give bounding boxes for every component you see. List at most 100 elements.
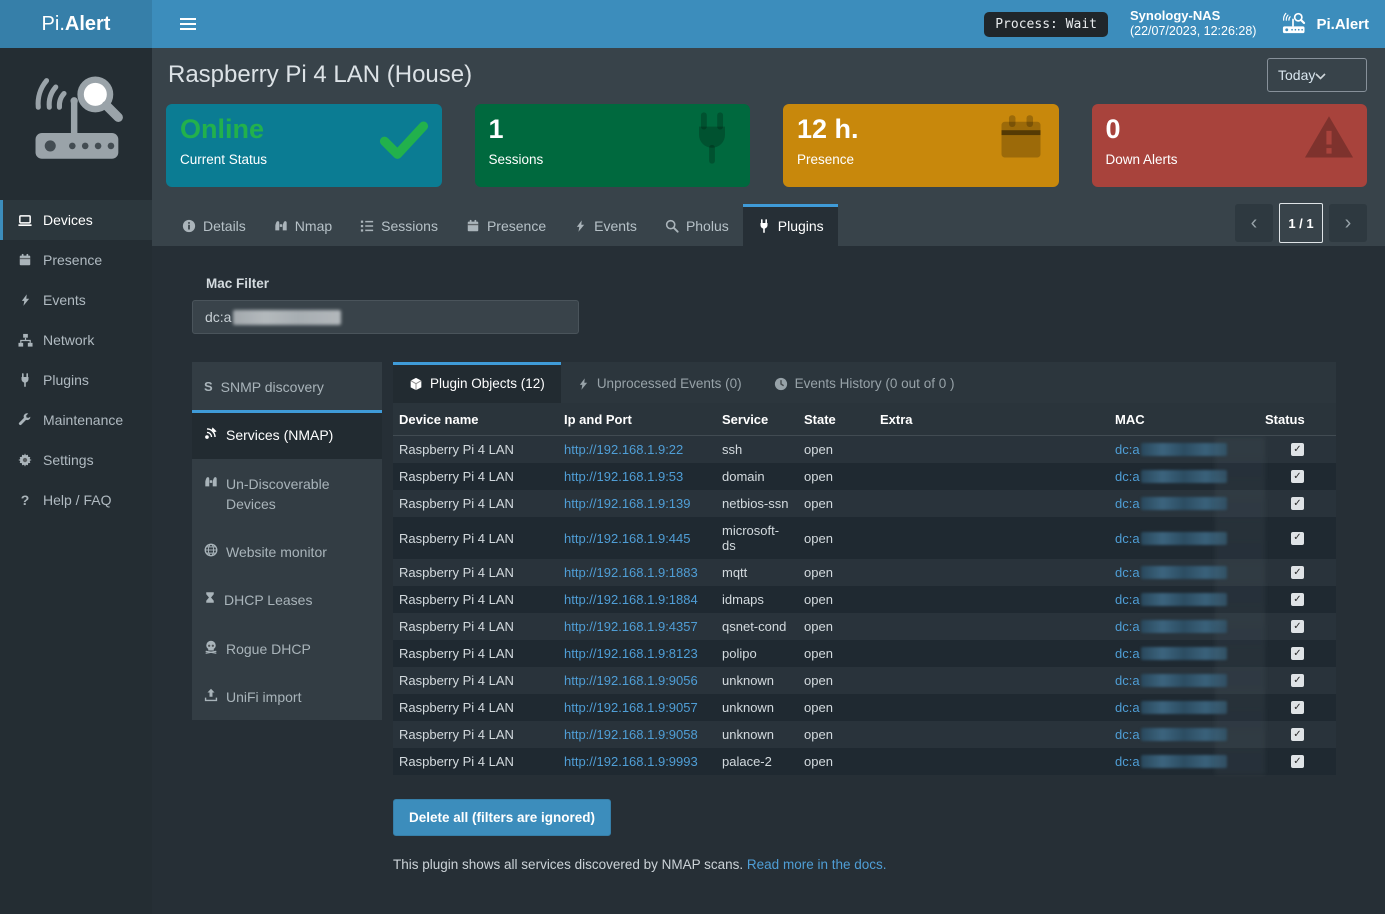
plugin-nav-item[interactable]: Services (NMAP) [192,410,382,458]
cell-state: open [798,640,874,667]
hourglass-icon [204,591,216,610]
plugin-nav-item[interactable]: UniFi import [192,672,382,720]
cell-mac-link[interactable]: dc:a [1115,592,1140,607]
pager-prev-button[interactable]: ‹ [1235,204,1273,242]
cell-mac-link[interactable]: dc:a [1115,754,1140,769]
cell-ip-port-link[interactable]: http://192.168.1.9:1884 [564,592,698,607]
host-timestamp: (22/07/2023, 12:26:28) [1130,24,1257,40]
cell-ip-port-link[interactable]: http://192.168.1.9:22 [564,442,683,457]
status-checkbox[interactable] [1291,674,1304,687]
status-card[interactable]: 12 h. Presence [783,104,1059,187]
cell-ip-port-link[interactable]: http://192.168.1.9:9056 [564,673,698,688]
cell-mac-link[interactable]: dc:a [1115,673,1140,688]
cell-extra [874,463,1109,490]
device-tab[interactable]: Sessions [346,204,452,246]
device-tab[interactable]: Pholus [651,204,743,246]
cell-mac-link[interactable]: dc:a [1115,531,1140,546]
cell-ip-port-link[interactable]: http://192.168.1.9:4357 [564,619,698,634]
cell-service: unknown [716,721,798,748]
plugin-nav-item[interactable]: DHCP Leases [192,575,382,623]
cell-mac-link[interactable]: dc:a [1115,469,1140,484]
cell-device-name: Raspberry Pi 4 LAN [393,667,558,694]
cell-mac-link[interactable]: dc:a [1115,619,1140,634]
status-checkbox[interactable] [1291,647,1304,660]
sitemap-icon [16,333,34,348]
cell-ip-port-link[interactable]: http://192.168.1.9:9057 [564,700,698,715]
cell-ip-port-link[interactable]: http://192.168.1.9:8123 [564,646,698,661]
cell-extra [874,640,1109,667]
cell-ip-port-link[interactable]: http://192.168.1.9:1883 [564,565,698,580]
app-name: Pi.Alert [1316,16,1369,33]
plugin-description: This plugin shows all services discovere… [393,857,1336,872]
cell-ip-port-link[interactable]: http://192.168.1.9:9993 [564,754,698,769]
cell-ip-port-link[interactable]: http://192.168.1.9:445 [564,531,691,546]
app-menu[interactable]: Pi.Alert [1278,12,1369,36]
cell-mac-link[interactable]: dc:a [1115,565,1140,580]
skull-icon [204,640,218,659]
plugin-objects-table: Device name Ip and Port Service State Ex… [393,403,1336,775]
sidebar-item[interactable]: Plugins [0,360,152,400]
period-dropdown[interactable]: Today [1267,58,1367,92]
device-tab[interactable]: Nmap [260,204,346,246]
table-row: Raspberry Pi 4 LAN http://192.168.1.9:53… [393,463,1336,490]
cell-mac-link[interactable]: dc:a [1115,646,1140,661]
brand-prefix: Pi. [42,13,65,36]
sidebar-item[interactable]: Presence [0,240,152,280]
plugin-object-tab[interactable]: Events History (0 out of 0 ) [758,362,971,403]
cell-extra [874,748,1109,775]
sidebar-item[interactable]: Network [0,320,152,360]
plugin-object-tab[interactable]: Plugin Objects (12) [393,362,561,403]
device-tab[interactable]: Presence [452,204,560,246]
tab-label: Details [203,218,246,234]
cell-state: open [798,559,874,586]
cell-mac-link[interactable]: dc:a [1115,496,1140,511]
sidebar-item[interactable]: Settings [0,440,152,480]
status-card[interactable]: 1 Sessions [475,104,751,187]
pager-position: 1 / 1 [1279,203,1323,243]
col-header-service: Service [716,403,798,436]
delete-all-button[interactable]: Delete all (filters are ignored) [393,799,611,836]
status-checkbox[interactable] [1291,470,1304,483]
cell-service: ssh [716,436,798,464]
sidebar-item[interactable]: Maintenance [0,400,152,440]
cell-mac-link[interactable]: dc:a [1115,727,1140,742]
sidebar-item[interactable]: Events [0,280,152,320]
hamburger-menu-icon[interactable] [168,0,208,48]
status-checkbox[interactable] [1291,701,1304,714]
sidebar-item[interactable]: ? Help / FAQ [0,480,152,520]
device-tab[interactable]: Plugins [743,204,838,246]
status-checkbox[interactable] [1291,755,1304,768]
cell-state: open [798,436,874,464]
plugin-nav-label: Un-Discoverable Devices [226,474,372,515]
pager-next-button[interactable]: › [1329,204,1367,242]
status-card[interactable]: 0 Down Alerts [1092,104,1368,187]
cell-extra [874,559,1109,586]
status-checkbox[interactable] [1291,620,1304,633]
plugin-nav-item[interactable]: Un-Discoverable Devices [192,459,382,528]
status-checkbox[interactable] [1291,593,1304,606]
cell-mac-link[interactable]: dc:a [1115,442,1140,457]
docs-link[interactable]: Read more in the docs. [747,857,887,872]
cell-service: idmaps [716,586,798,613]
brand-logo[interactable]: Pi.Alert [0,0,152,48]
cell-mac-link[interactable]: dc:a [1115,700,1140,715]
cell-ip-port-link[interactable]: http://192.168.1.9:139 [564,496,691,511]
cell-ip-port-link[interactable]: http://192.168.1.9:53 [564,469,683,484]
status-checkbox[interactable] [1291,443,1304,456]
status-card[interactable]: Online Current Status [166,104,442,187]
globe-icon [204,543,218,562]
plugin-nav-item[interactable]: S SNMP discovery [192,362,382,410]
status-checkbox[interactable] [1291,532,1304,545]
mac-filter-input[interactable]: dc:a [192,300,579,334]
cell-ip-port-link[interactable]: http://192.168.1.9:9058 [564,727,698,742]
plugin-nav-item[interactable]: Rogue DHCP [192,624,382,672]
plugin-nav-item[interactable]: Website monitor [192,527,382,575]
plugin-object-tab[interactable]: Unprocessed Events (0) [561,362,758,403]
sidebar-item[interactable]: Devices [0,200,152,240]
cell-state: open [798,721,874,748]
status-checkbox[interactable] [1291,566,1304,579]
device-tab[interactable]: Events [560,204,651,246]
status-checkbox[interactable] [1291,728,1304,741]
status-checkbox[interactable] [1291,497,1304,510]
device-tab[interactable]: Details [168,204,260,246]
